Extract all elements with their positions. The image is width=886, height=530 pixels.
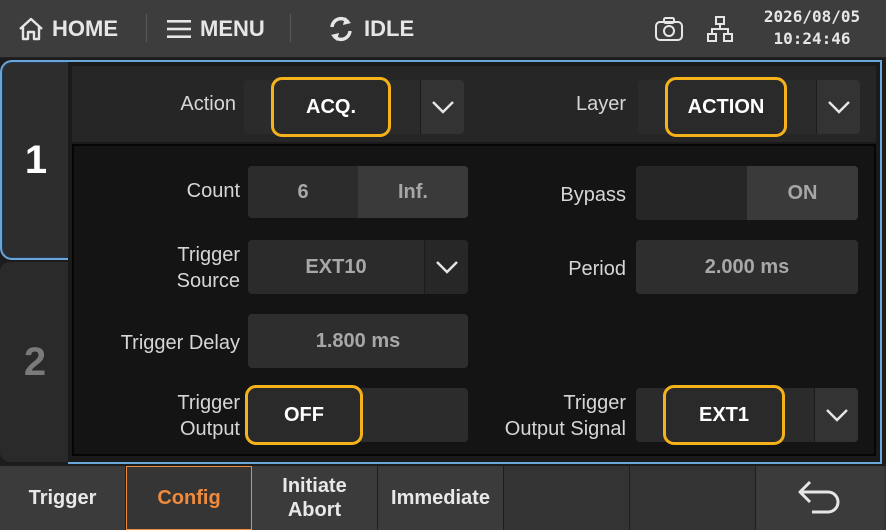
chevron-down-icon	[827, 101, 850, 114]
channel-tab-2[interactable]: 2	[0, 262, 70, 462]
action-dropdown[interactable]: ACQ.	[244, 77, 464, 137]
softkey-back[interactable]	[756, 466, 884, 530]
layer-label: Layer	[575, 93, 626, 115]
action-dropdown-arrow[interactable]	[420, 80, 464, 134]
topbar-separator	[290, 14, 291, 42]
header-row: Action ACQ. Layer ACTION	[72, 66, 876, 142]
trigger-output-signal-dropdown[interactable]: EXT1	[636, 385, 858, 445]
menu-button[interactable]: MENU	[166, 0, 265, 58]
bypass-label: Bypass	[560, 184, 626, 206]
topbar-separator	[146, 14, 147, 42]
refresh-icon	[330, 16, 352, 42]
bypass-off-option[interactable]	[636, 166, 747, 220]
chevron-down-icon	[825, 409, 848, 422]
trigger-output-signal-label: Trigger Output Signal	[504, 392, 626, 440]
action-value: ACQ.	[271, 77, 391, 137]
network-icon	[707, 16, 733, 42]
action-label: Action	[180, 93, 236, 115]
trigger-output-label: Trigger Output	[177, 392, 240, 440]
softkey-config[interactable]: Config	[126, 466, 252, 530]
softkey-immediate[interactable]: Immediate	[378, 466, 504, 530]
clock: 2026/08/05 10:24:46	[752, 6, 872, 50]
camera-icon[interactable]	[654, 16, 684, 42]
state-label: IDLE	[364, 16, 415, 41]
layer-dropdown-arrow[interactable]	[816, 80, 860, 134]
trigger-delay-label: Trigger Delay	[120, 332, 240, 354]
config-panel: Count 6 Inf. Bypass ON Trigger Source EX…	[72, 144, 876, 456]
count-label: Count	[186, 180, 240, 202]
layer-dropdown[interactable]: ACTION	[638, 77, 860, 137]
menu-icon	[167, 20, 191, 38]
softkey-bar: Trigger Config Initiate Abort Immediate	[0, 466, 886, 530]
bypass-toggle[interactable]: ON	[636, 166, 858, 220]
home-label: HOME	[52, 16, 118, 41]
trigger-output-toggle[interactable]: OFF	[245, 385, 468, 445]
menu-label: MENU	[200, 16, 265, 41]
trigger-delay-field[interactable]: 1.800 ms	[248, 314, 468, 368]
clock-time: 10:24:46	[773, 29, 851, 48]
softkey-blank-5	[504, 466, 630, 530]
softkey-initiate-abort[interactable]: Initiate Abort	[252, 466, 378, 530]
run-state: IDLE	[326, 0, 414, 58]
trigger-output-off-option[interactable]: OFF	[245, 385, 363, 445]
back-arrow-icon	[798, 480, 840, 514]
clock-date: 2026/08/05	[763, 7, 861, 26]
trigger-source-dropdown[interactable]: EXT10	[248, 240, 468, 294]
bypass-on-option[interactable]: ON	[747, 166, 858, 220]
count-inf-option[interactable]: Inf.	[358, 166, 468, 218]
main-panel: Action ACQ. Layer ACTION Count 6 Inf. By…	[68, 60, 882, 464]
trigger-output-signal-dropdown-arrow[interactable]	[814, 388, 858, 442]
period-label: Period	[568, 258, 626, 280]
softkey-trigger[interactable]: Trigger	[0, 466, 126, 530]
chevron-down-icon	[431, 101, 454, 114]
period-field[interactable]: 2.000 ms	[636, 240, 858, 294]
chevron-down-icon	[435, 261, 458, 274]
softkey-blank-6	[630, 466, 756, 530]
trigger-source-label: Trigger Source	[176, 244, 240, 292]
trigger-output-signal-value: EXT1	[663, 385, 785, 445]
home-button[interactable]: HOME	[18, 0, 118, 58]
trigger-source-value: EXT10	[305, 255, 367, 278]
trigger-output-on-option[interactable]	[360, 388, 468, 442]
home-icon	[19, 17, 43, 41]
trigger-source-dropdown-arrow[interactable]	[424, 240, 468, 294]
top-bar: HOME MENU IDLE 2026/08/05 10:24:46	[0, 0, 886, 58]
count-value[interactable]: 6	[248, 166, 358, 218]
layer-value: ACTION	[665, 77, 787, 137]
count-toggle[interactable]: 6 Inf.	[248, 166, 468, 218]
channel-tab-1[interactable]: 1	[0, 60, 70, 260]
